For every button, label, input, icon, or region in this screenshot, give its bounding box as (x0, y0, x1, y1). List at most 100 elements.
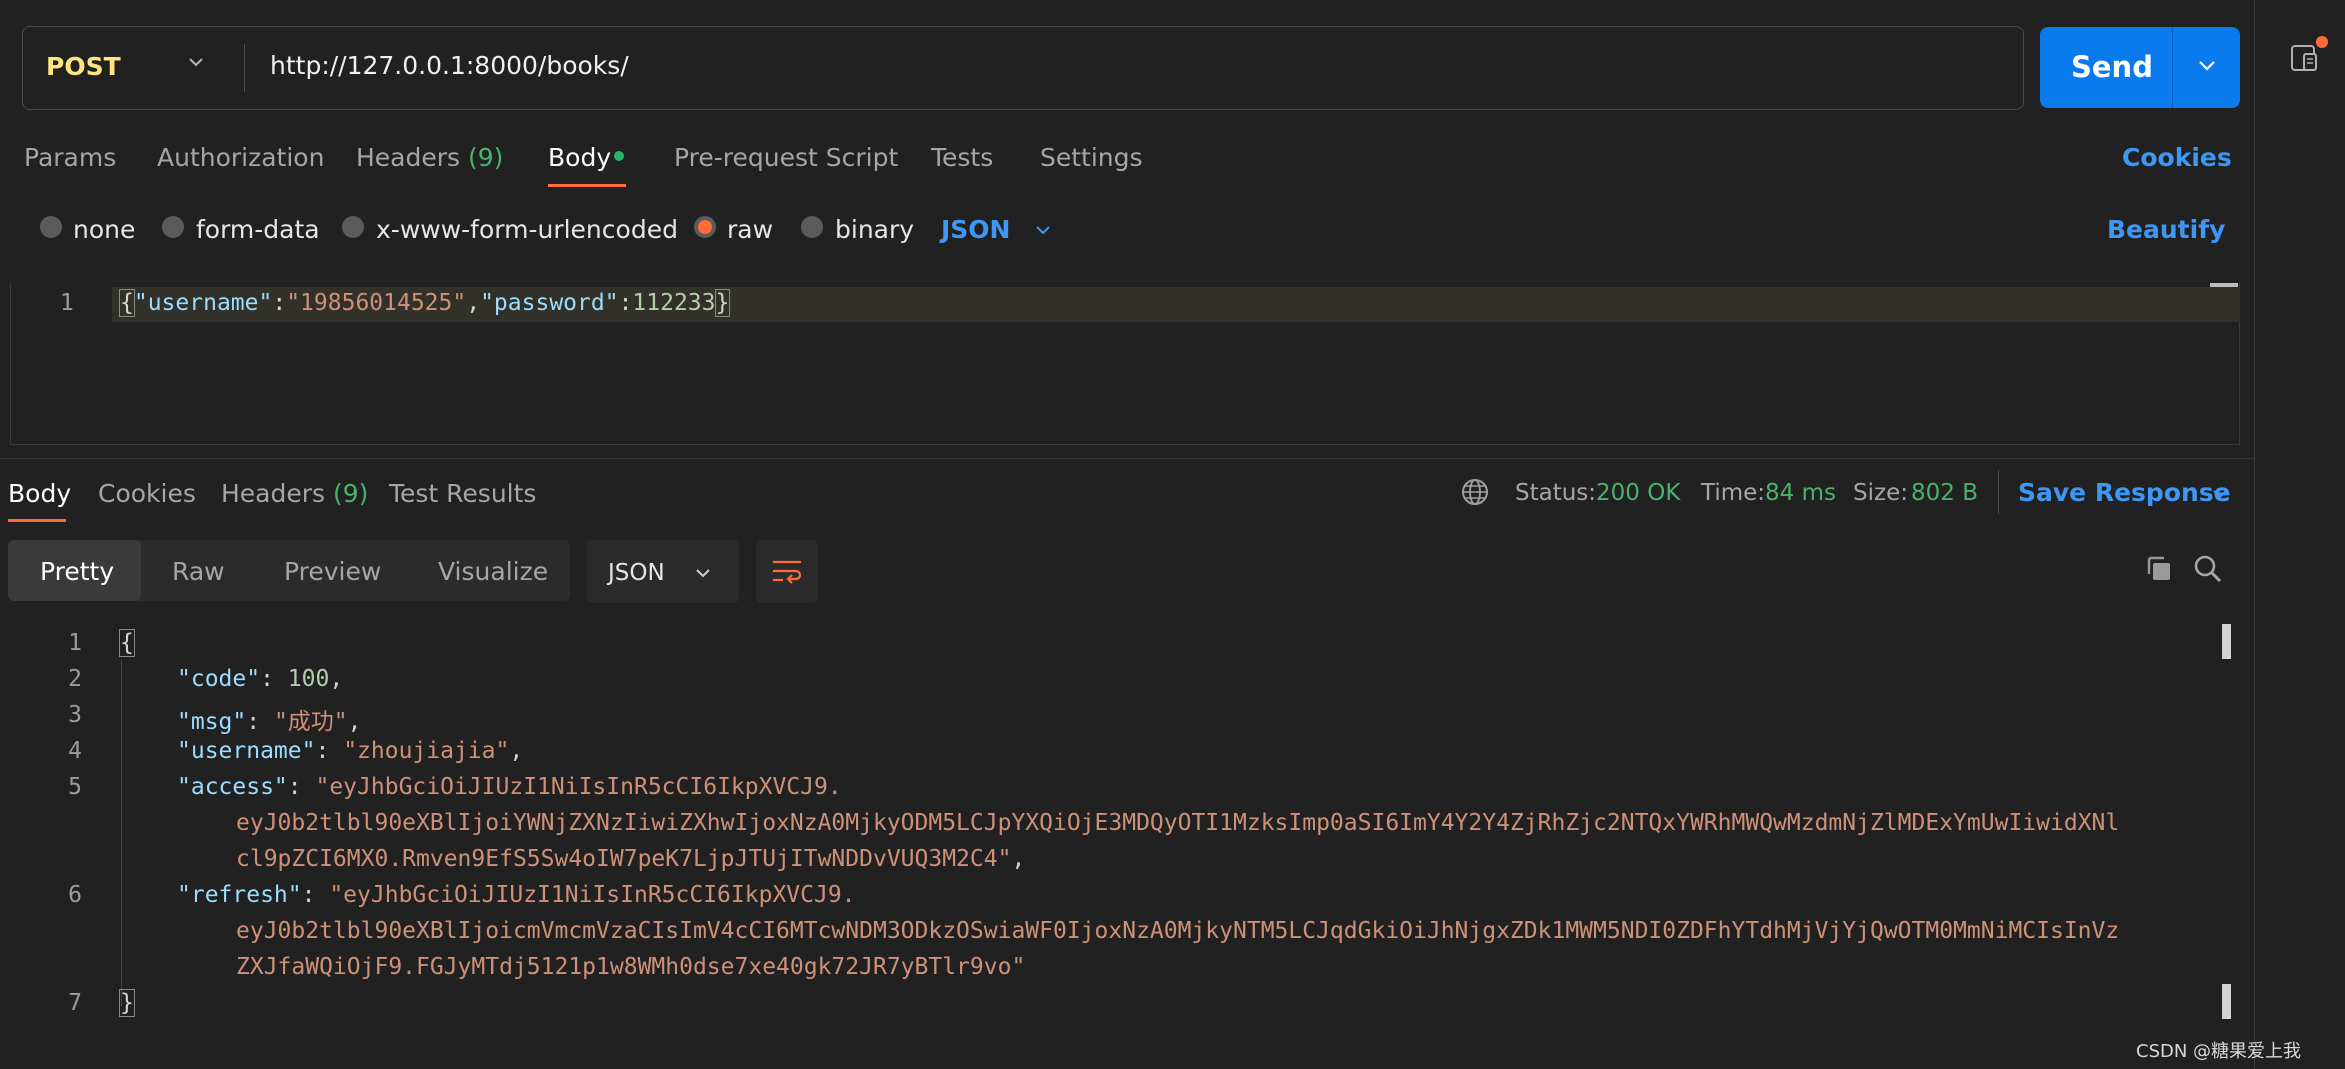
json-colon: : (618, 290, 633, 316)
divider (2172, 27, 2173, 108)
view-raw-button[interactable]: Raw (172, 557, 225, 586)
status-value: 200 OK (1596, 480, 1681, 506)
globe-icon[interactable] (1460, 477, 1490, 507)
active-tab-indicator (8, 519, 66, 522)
save-response-button[interactable]: Save Response (2018, 478, 2231, 507)
radio-none[interactable] (40, 216, 62, 238)
headers-count: (9) (333, 479, 369, 508)
line-number: 1 (60, 290, 74, 316)
send-button-label[interactable]: Send (2071, 50, 2153, 84)
beautify-link[interactable]: Beautify (2107, 215, 2225, 244)
chevron-down-icon[interactable] (2210, 484, 2230, 504)
body-modified-dot (614, 151, 624, 161)
line-number: 6 (68, 882, 82, 908)
radio-binary[interactable] (801, 216, 823, 238)
view-preview-button[interactable]: Preview (284, 557, 381, 586)
radio-raw[interactable] (694, 216, 716, 238)
code-line: "code": 100, (177, 666, 344, 692)
time-value: 84 ms (1765, 480, 1836, 506)
json-key: "refresh" (177, 882, 302, 908)
json-string: "eyJhbGciOiJIUzI1NiIsInR5cCI6IkpXVCJ9. (315, 774, 842, 800)
tab-settings[interactable]: Settings (1040, 143, 1143, 172)
radio-urlencoded[interactable] (342, 216, 364, 238)
tab-pre-request-script[interactable]: Pre-request Script (674, 143, 898, 172)
line-number: 7 (68, 990, 82, 1016)
radio-form-data[interactable] (162, 216, 184, 238)
scrollbar-thumb[interactable] (2222, 624, 2231, 659)
radio-binary-label[interactable]: binary (835, 215, 914, 244)
code-line: eyJ0b2tlbl90eXBlIjoicmVmcmVzaCIsImV4cCI6… (236, 918, 2120, 944)
json-key: "password" (480, 290, 619, 316)
line-number: 3 (68, 702, 82, 728)
radio-form-data-label[interactable]: form-data (196, 215, 320, 244)
response-body-code[interactable]: { "code": 100, "msg": "成功", "username": … (119, 629, 2119, 1017)
json-string: "19856014525" (286, 290, 467, 316)
search-icon[interactable] (2193, 554, 2223, 584)
response-tab-headers[interactable]: Headers (9) (221, 479, 368, 508)
active-tab-indicator (548, 184, 626, 187)
tab-params[interactable]: Params (24, 143, 116, 172)
json-string: cl9pZCI6MX0.Rmven9EfS5Sw4oIW7peK7LjpJTUj… (236, 846, 1012, 872)
response-tab-headers-label: Headers (221, 479, 326, 508)
line-number: 1 (68, 630, 82, 656)
code-line: "msg": "成功", (177, 709, 362, 735)
cookies-link[interactable]: Cookies (2122, 143, 2232, 172)
json-key: "code" (177, 666, 261, 692)
response-tab-cookies[interactable]: Cookies (98, 479, 196, 508)
documentation-icon[interactable] (2289, 42, 2321, 74)
chevron-down-icon[interactable] (693, 563, 713, 583)
pane-splitter[interactable] (0, 458, 2254, 459)
radio-none-label[interactable]: none (73, 215, 135, 244)
chevron-down-icon[interactable] (186, 52, 206, 72)
chevron-down-icon[interactable] (1033, 220, 1053, 240)
size-value: 802 B (1911, 480, 1978, 506)
wrap-lines-icon[interactable] (769, 555, 805, 587)
radio-raw-label[interactable]: raw (727, 215, 773, 244)
view-visualize-button[interactable]: Visualize (438, 557, 548, 586)
headers-count: (9) (468, 143, 504, 172)
request-body-code[interactable]: {"username":"19856014525","password":112… (119, 289, 731, 317)
radio-urlencoded-label[interactable]: x-www-form-urlencoded (376, 215, 678, 244)
json-key: "msg" (177, 709, 247, 735)
json-colon: : (272, 290, 287, 316)
code-line: "username": "zhoujiajia", (177, 738, 524, 764)
method-select[interactable]: POST (46, 52, 121, 81)
line-number: 5 (68, 774, 82, 800)
tab-headers-label: Headers (356, 143, 461, 172)
code-line: "refresh": "eyJhbGciOiJIUzI1NiIsInR5cCI6… (177, 882, 856, 908)
json-string: "成功" (273, 709, 348, 735)
status-label: Status: (1515, 480, 1597, 506)
right-sidebar (2254, 0, 2345, 1069)
json-number: 100 (287, 666, 330, 692)
json-key: "username" (177, 738, 316, 764)
body-language-select[interactable]: JSON (941, 215, 1010, 244)
divider (244, 44, 245, 92)
line-number: 2 (68, 666, 82, 692)
response-tab-test-results[interactable]: Test Results (389, 479, 536, 508)
code-line: { (119, 629, 135, 657)
editor-scrollbar[interactable] (2210, 283, 2238, 287)
json-number: 112233 (632, 290, 716, 316)
tab-headers[interactable]: Headers (9) (356, 143, 503, 172)
json-key: "username" (133, 290, 273, 316)
code-line: "access": "eyJhbGciOiJIUzI1NiIsInR5cCI6I… (177, 774, 842, 800)
response-format-label[interactable]: JSON (608, 560, 665, 586)
notification-badge (2316, 36, 2328, 48)
url-input[interactable]: http://127.0.0.1:8000/books/ (270, 51, 629, 80)
copy-icon[interactable] (2144, 554, 2174, 584)
code-line: cl9pZCI6MX0.Rmven9EfS5Sw4oIW7peK7LjpJTUj… (236, 846, 1026, 872)
scrollbar-thumb[interactable] (2222, 984, 2231, 1019)
watermark: CSDN @糖果爱上我 (2136, 1041, 2302, 1062)
code-line: ZXJfaWQiOjF9.FGJyMTdj5121p1w8WMh0dse7xe4… (236, 954, 1026, 980)
view-pretty-label[interactable]: Pretty (40, 557, 114, 586)
code-line: eyJ0b2tlbl90eXBlIjoiYWNjZXNzIiwiZXhwIjox… (236, 810, 2120, 836)
json-key: "access" (177, 774, 288, 800)
tab-authorization[interactable]: Authorization (157, 143, 324, 172)
tab-body[interactable]: Body (548, 143, 611, 172)
divider (1998, 470, 1999, 514)
time-label: Time: (1701, 480, 1766, 506)
send-options-chevron-icon[interactable] (2196, 54, 2218, 76)
response-tab-body[interactable]: Body (8, 479, 71, 508)
line-number: 4 (68, 738, 82, 764)
tab-tests[interactable]: Tests (931, 143, 993, 172)
